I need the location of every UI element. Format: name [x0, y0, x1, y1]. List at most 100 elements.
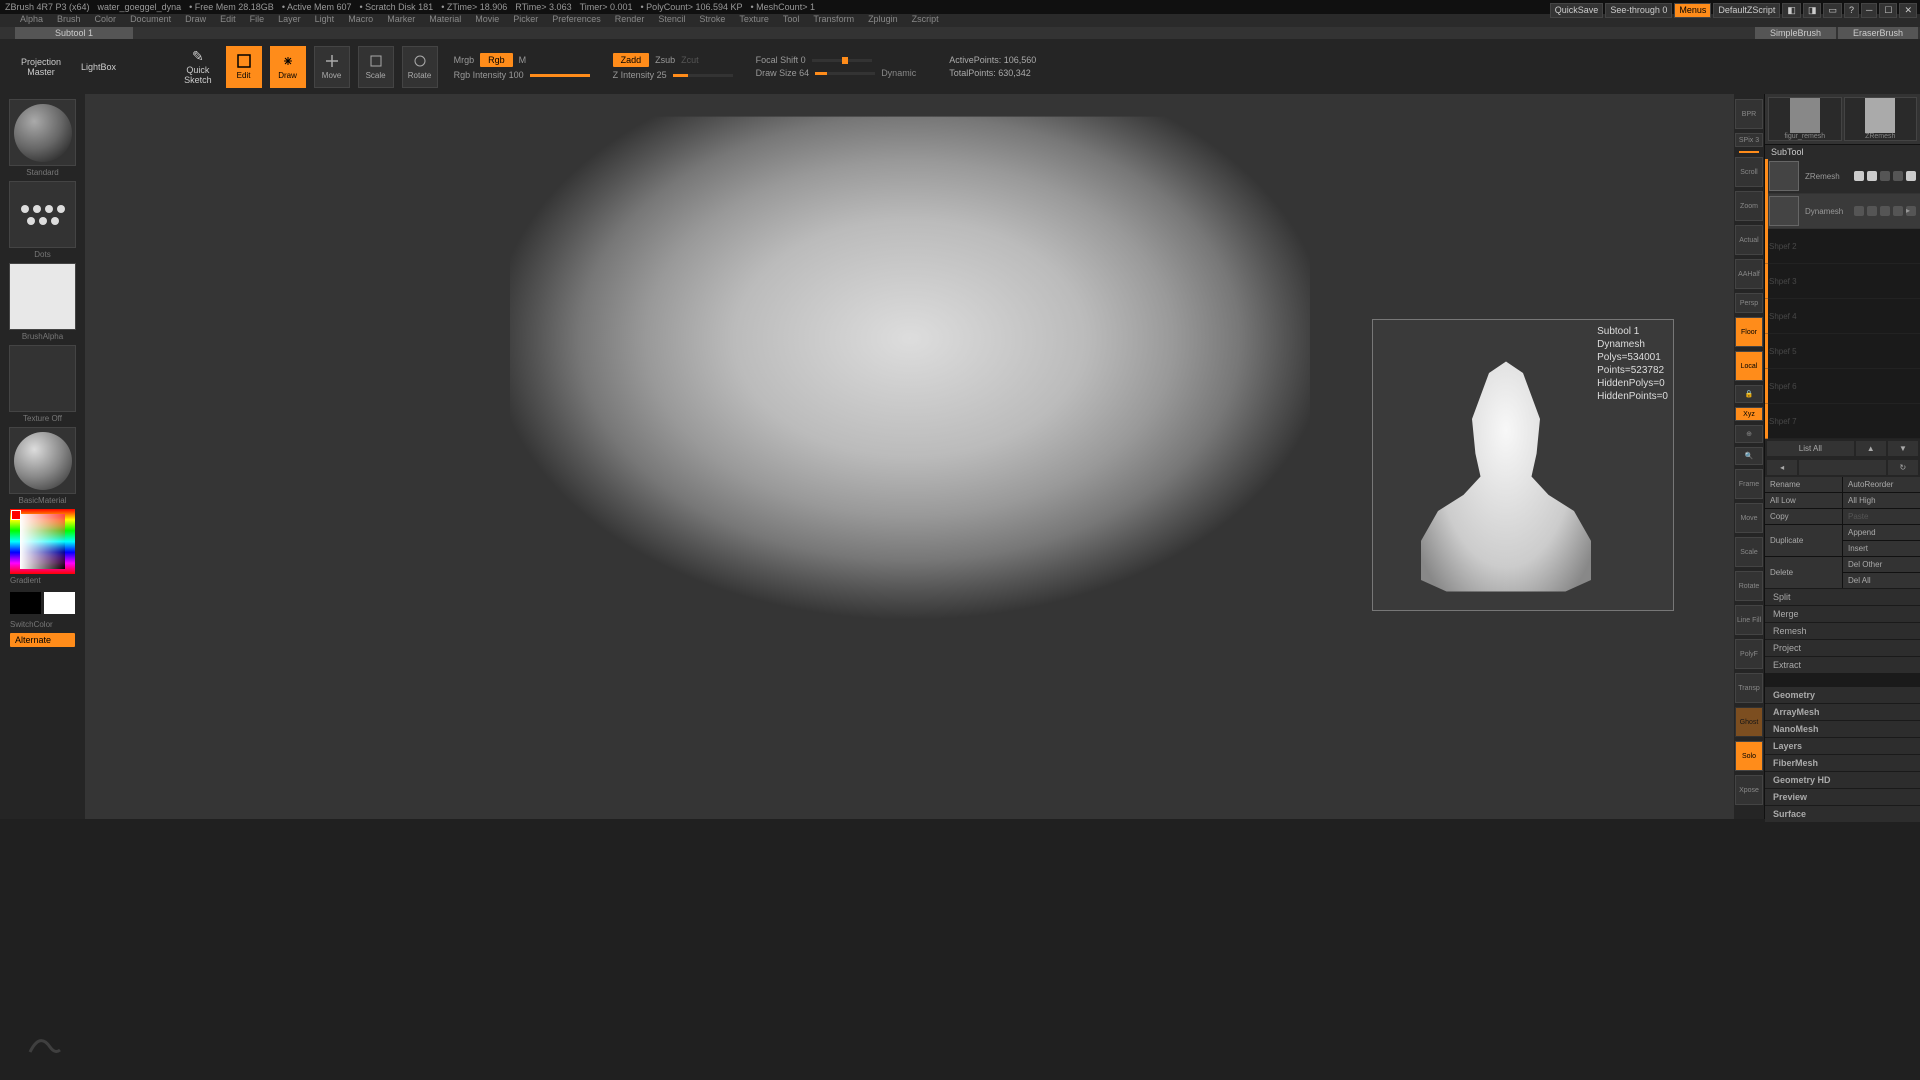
switchcolor-button[interactable]: SwitchColor — [10, 620, 75, 629]
menu-item[interactable]: Zscript — [912, 14, 939, 27]
menu-item[interactable]: Stencil — [658, 14, 685, 27]
help-icon[interactable]: ? — [1844, 3, 1859, 18]
menu-item[interactable]: Preferences — [552, 14, 601, 27]
surface-section[interactable]: Surface — [1765, 805, 1920, 822]
subtool-header[interactable]: SubTool — [1765, 144, 1920, 159]
delall-button[interactable]: Del All — [1843, 573, 1920, 588]
rename-button[interactable]: Rename — [1765, 477, 1842, 492]
center-icon[interactable]: ⊕ — [1735, 425, 1763, 443]
merge-section[interactable]: Merge — [1765, 605, 1920, 622]
persp-button[interactable]: Persp — [1735, 293, 1763, 313]
menu-item[interactable]: Render — [615, 14, 645, 27]
linefill-button[interactable]: Line Fill — [1735, 605, 1763, 635]
maximize-icon[interactable]: ☐ — [1879, 3, 1897, 18]
spix-slider[interactable]: SPix 3 — [1735, 133, 1763, 147]
subtool-row[interactable]: Shpef 6 — [1765, 369, 1920, 404]
menu-item[interactable]: Macro — [348, 14, 373, 27]
minimize-icon[interactable]: ─ — [1861, 3, 1877, 18]
polyf-button[interactable]: PolyF — [1735, 639, 1763, 669]
draw-size-slider[interactable]: Draw Size 64 — [756, 68, 810, 78]
subtool-row[interactable]: Shpef 2 — [1765, 229, 1920, 264]
ghost-button[interactable]: Ghost — [1735, 707, 1763, 737]
rgb-intensity-slider[interactable]: Rgb Intensity 100 — [454, 70, 524, 80]
menus-button[interactable]: Menus — [1674, 3, 1711, 18]
white-swatch[interactable] — [44, 592, 75, 614]
zsub-button[interactable]: Zsub — [655, 55, 675, 65]
xyz-button[interactable]: Xyz — [1735, 407, 1763, 421]
menu-item[interactable]: Color — [95, 14, 117, 27]
list-all-button[interactable]: List All — [1767, 441, 1854, 456]
lock-icon[interactable]: 🔒 — [1735, 385, 1763, 403]
insert-button[interactable]: Insert — [1843, 541, 1920, 556]
scale-button[interactable]: Scale — [358, 46, 394, 88]
arrow-icon[interactable]: ◂ — [1767, 460, 1797, 475]
move-button[interactable]: Move — [314, 46, 350, 88]
zcut-button[interactable]: Zcut — [681, 55, 699, 65]
edit-button[interactable]: Edit — [226, 46, 262, 88]
arrow-icon[interactable]: ↻ — [1888, 460, 1918, 475]
menu-item[interactable]: Layer — [278, 14, 301, 27]
window-icon[interactable]: ▭ — [1823, 3, 1842, 18]
local-button[interactable]: Local — [1735, 351, 1763, 381]
rgb-button[interactable]: Rgb — [480, 53, 513, 67]
delother-button[interactable]: Del Other — [1843, 557, 1920, 572]
quicksave-button[interactable]: QuickSave — [1550, 3, 1604, 18]
split-section[interactable]: Split — [1765, 588, 1920, 605]
move-down-button[interactable]: ▼ — [1888, 441, 1918, 456]
fibermesh-section[interactable]: FiberMesh — [1765, 754, 1920, 771]
rotate-button[interactable]: Rotate — [402, 46, 438, 88]
tool-preview[interactable]: ZRemesh — [1844, 97, 1918, 141]
alpha-selector[interactable] — [9, 263, 76, 330]
viewport[interactable]: Subtool 1 Dynamesh Polys=534001 Points=5… — [85, 94, 1734, 819]
menu-item[interactable]: Tool — [783, 14, 800, 27]
geometryhd-section[interactable]: Geometry HD — [1765, 771, 1920, 788]
move-button[interactable]: Move — [1735, 503, 1763, 533]
stroke-selector[interactable] — [9, 181, 76, 248]
preview-section[interactable]: Preview — [1765, 788, 1920, 805]
tool-preview[interactable]: figur_remesh — [1768, 97, 1842, 141]
paste-button[interactable]: Paste — [1843, 509, 1920, 524]
color-picker[interactable] — [10, 509, 75, 574]
material-selector[interactable] — [9, 427, 76, 494]
autoreorder-button[interactable]: AutoReorder — [1843, 477, 1920, 492]
quicksketch-button[interactable]: ✎Quick Sketch — [178, 46, 218, 87]
arraymesh-section[interactable]: ArrayMesh — [1765, 703, 1920, 720]
mrgb-button[interactable]: Mrgb — [454, 55, 475, 65]
menu-item[interactable]: Movie — [475, 14, 499, 27]
remesh-section[interactable]: Remesh — [1765, 622, 1920, 639]
nanomesh-section[interactable]: NanoMesh — [1765, 720, 1920, 737]
texture-selector[interactable] — [9, 345, 76, 412]
menu-item[interactable]: Alpha — [20, 14, 43, 27]
actual-button[interactable]: Actual — [1735, 225, 1763, 255]
window-icon[interactable]: ◨ — [1803, 3, 1822, 18]
draw-button[interactable]: Draw — [270, 46, 306, 88]
brush-tab[interactable]: EraserBrush — [1838, 27, 1918, 39]
menu-item[interactable]: Draw — [185, 14, 206, 27]
menu-item[interactable]: Material — [429, 14, 461, 27]
menu-item[interactable]: Zplugin — [868, 14, 898, 27]
menu-item[interactable]: Stroke — [699, 14, 725, 27]
subtool-row[interactable]: Shpef 5 — [1765, 334, 1920, 369]
transp-button[interactable]: Transp — [1735, 673, 1763, 703]
menu-item[interactable]: Document — [130, 14, 171, 27]
subtool-row[interactable]: Dynamesh▸ — [1765, 194, 1920, 229]
black-swatch[interactable] — [10, 592, 41, 614]
subtool-row[interactable]: Shpef 4 — [1765, 299, 1920, 334]
focal-shift-slider[interactable]: Focal Shift 0 — [756, 55, 806, 65]
menu-item[interactable]: Edit — [220, 14, 236, 27]
scroll-button[interactable]: Scroll — [1735, 157, 1763, 187]
m-button[interactable]: M — [519, 55, 527, 65]
aahalf-button[interactable]: AAHalf — [1735, 259, 1763, 289]
scale-button[interactable]: Scale — [1735, 537, 1763, 567]
script-button[interactable]: DefaultZScript — [1713, 3, 1780, 18]
menu-item[interactable]: Transform — [813, 14, 854, 27]
menu-item[interactable]: Marker — [387, 14, 415, 27]
projection-master-button[interactable]: Projection Master — [15, 55, 67, 79]
zoom-icon[interactable]: 🔍 — [1735, 447, 1763, 465]
project-section[interactable]: Project — [1765, 639, 1920, 656]
alllow-button[interactable]: All Low — [1765, 493, 1842, 508]
append-button[interactable]: Append — [1843, 525, 1920, 540]
subtool-row[interactable]: Shpef 3 — [1765, 264, 1920, 299]
floor-button[interactable]: Floor — [1735, 317, 1763, 347]
lightbox-button[interactable]: LightBox — [75, 60, 122, 74]
